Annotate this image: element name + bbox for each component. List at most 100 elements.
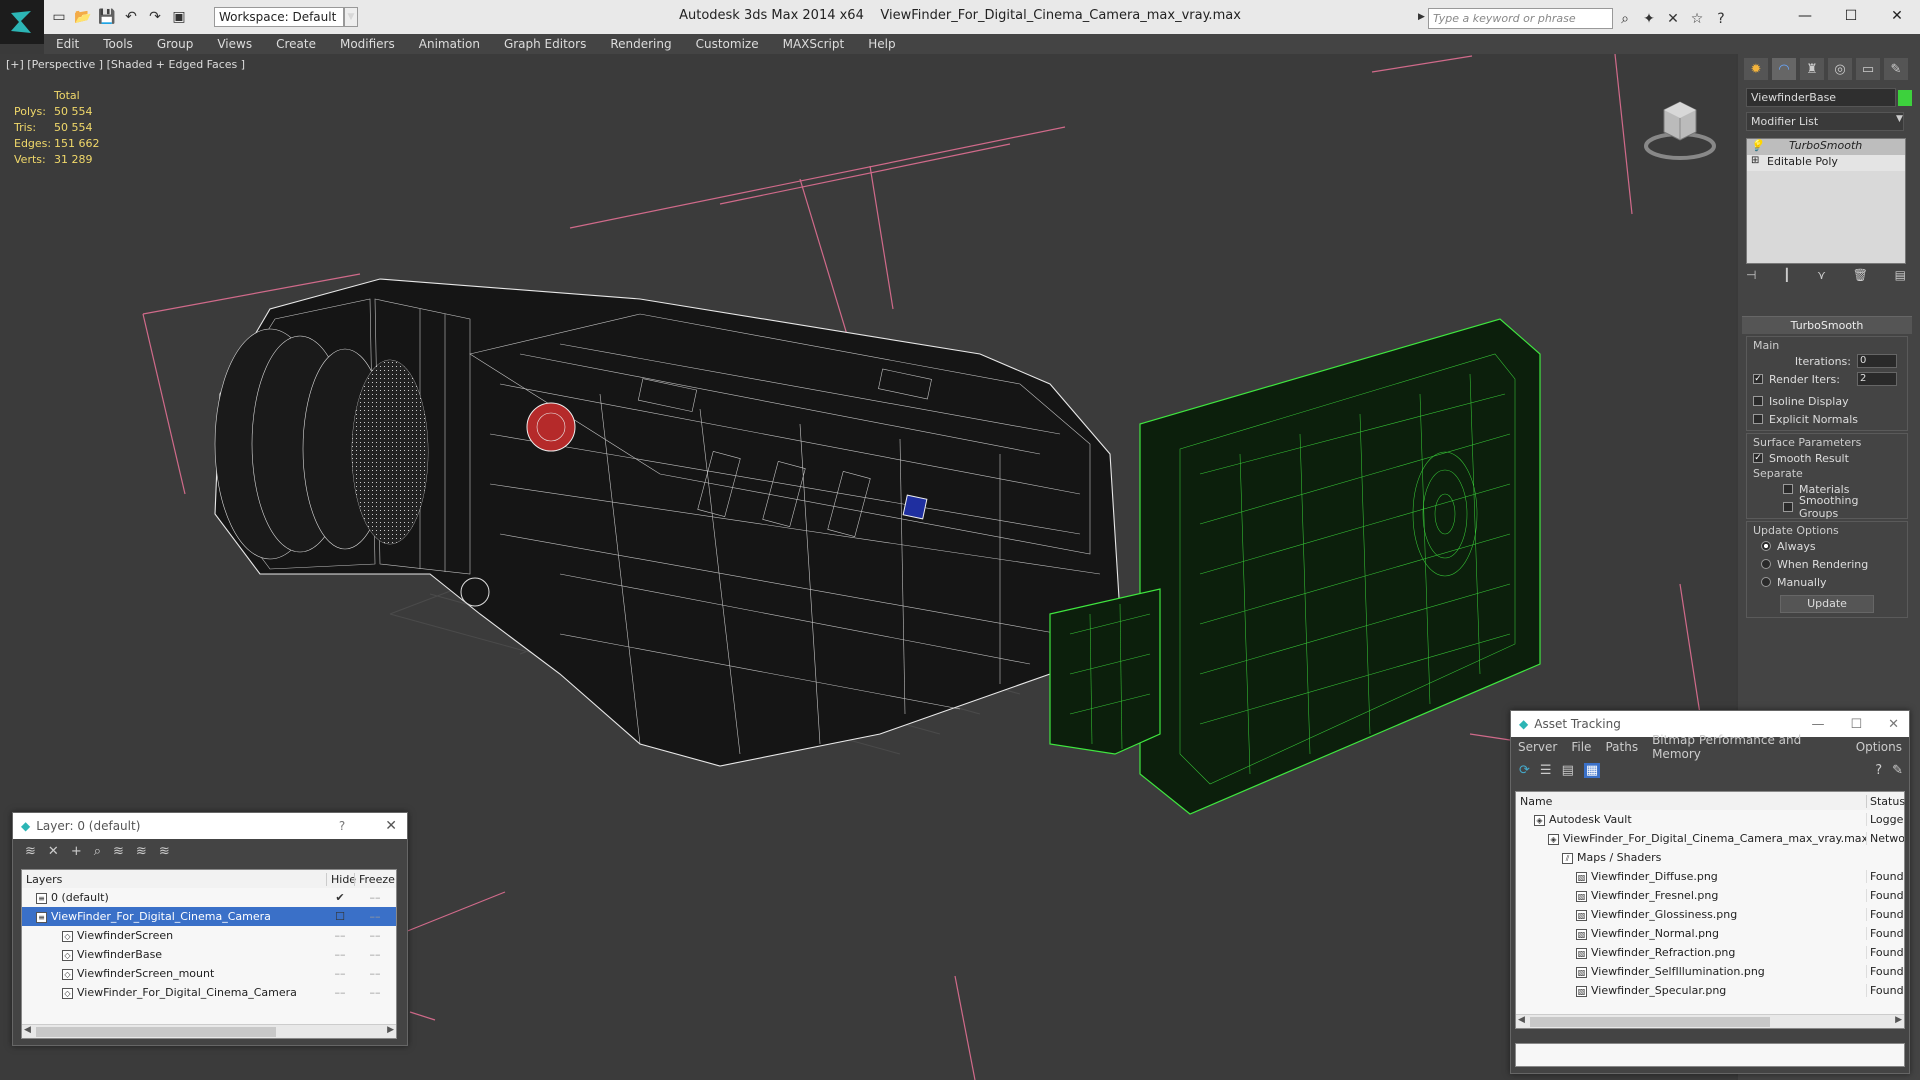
menu-graph-editors[interactable]: Graph Editors [492,37,598,51]
col-hide[interactable]: Hide [326,872,356,886]
menu-modifiers[interactable]: Modifiers [328,37,407,51]
asset-menu-paths[interactable]: Paths [1598,740,1645,754]
asset-hscrollbar[interactable]: ◀ ▶ [1516,1014,1904,1028]
freeze-toggle[interactable]: –– [354,948,396,961]
update-button[interactable]: Update [1780,595,1874,613]
smoothing-groups-checkbox[interactable] [1783,502,1793,512]
render-iters-spinner[interactable]: 2 [1857,372,1897,386]
motion-tab-icon[interactable]: ◎ [1828,58,1852,80]
object-color-swatch[interactable] [1898,90,1912,106]
when-rendering-radio[interactable] [1761,559,1771,569]
asset-row[interactable]: ▧ Viewfinder_Specular.png Found [1516,981,1904,1000]
freeze-toggle[interactable]: –– [354,986,396,999]
binoculars-icon[interactable]: ⌕ [1616,10,1634,28]
layer-window-titlebar[interactable]: ◆ Layer: 0 (default) ? ✕ [13,813,407,839]
asset-row[interactable]: ▧ Viewfinder_Fresnel.png Found [1516,886,1904,905]
col-layers[interactable]: Layers [22,873,326,886]
hide-all-icon[interactable]: ≋ [136,844,147,859]
modify-tab-icon[interactable]: ◠ [1772,58,1796,80]
col-name[interactable]: Name [1516,795,1866,808]
workspace-dropdown[interactable]: Workspace: Default [214,7,344,27]
list-view-icon[interactable]: ☰ [1540,763,1552,778]
delete-layer-icon[interactable]: ✕ [48,844,59,859]
layer-row[interactable]: ≡ ViewFinder_For_Digital_Cinema_Camera ☐ –– [22,907,396,926]
iterations-spinner[interactable]: 0 [1857,354,1897,368]
lightbulb-icon[interactable]: 💡 [1750,139,1764,152]
freeze-toggle[interactable]: –– [354,910,396,923]
render-iters-checkbox[interactable]: ✓ [1753,374,1763,384]
chevron-down-icon[interactable]: ▼ [1896,114,1903,124]
open-file-icon[interactable]: 📂 [74,8,92,26]
create-layer-icon[interactable]: ≋ [25,844,36,859]
detail-view-icon[interactable]: ▤ [1562,763,1574,778]
asset-row[interactable]: ▧ Viewfinder_SelfIllumination.png Found [1516,962,1904,981]
hierarchy-tab-icon[interactable]: ♜ [1800,58,1824,80]
asset-menu-bitmap[interactable]: Bitmap Performance and Memory [1645,733,1849,761]
search-input[interactable]: Type a keyword or phrase [1428,8,1613,29]
remove-modifier-icon[interactable]: 🗑 [1853,268,1868,282]
asset-row[interactable]: ▧ Viewfinder_Normal.png Found [1516,924,1904,943]
viewport-label-menu[interactable]: [+] [Perspective ] [Shaded + Edged Faces… [6,58,245,71]
freeze-all-icon[interactable]: ≋ [159,844,170,859]
menu-group[interactable]: Group [145,37,206,51]
rollout-title[interactable]: TurboSmooth [1742,316,1912,334]
chevron-right-icon[interactable]: ▶ [1418,12,1425,22]
layer-row[interactable]: ◇ ViewfinderScreen –– –– [22,926,396,945]
help-button[interactable]: ? [339,819,345,833]
save-icon[interactable]: 💾 [98,8,116,26]
minimize-button[interactable]: — [1782,0,1828,32]
menu-edit[interactable]: Edit [44,37,91,51]
minimize-button[interactable]: — [1811,717,1824,732]
stack-item-turbosmooth[interactable]: 💡 TurboSmooth [1747,139,1905,155]
hide-toggle[interactable]: –– [326,929,354,942]
manually-radio[interactable] [1761,577,1771,587]
smooth-result-checkbox[interactable]: ✓ [1753,453,1763,463]
asset-row[interactable]: ▧ Viewfinder_Diffuse.png Found [1516,867,1904,886]
materials-checkbox[interactable] [1783,484,1793,494]
close-button[interactable]: ✕ [1874,0,1920,32]
favorites-star-icon[interactable]: ☆ [1688,10,1706,28]
always-radio[interactable] [1761,541,1771,551]
col-freeze[interactable]: Freeze [354,872,396,886]
scroll-right-icon[interactable]: ▶ [1895,1015,1902,1025]
asset-row[interactable]: ▧ Viewfinder_Glossiness.png Found [1516,905,1904,924]
asset-menu-file[interactable]: File [1564,740,1598,754]
freeze-toggle[interactable]: –– [354,967,396,980]
col-status[interactable]: Status [1866,794,1905,808]
layer-row[interactable]: ◇ ViewfinderBase –– –– [22,945,396,964]
menu-create[interactable]: Create [264,37,328,51]
layer-row[interactable]: ◇ ViewFinder_For_Digital_Cinema_Camera –– –… [22,983,396,1002]
explicit-normals-checkbox[interactable] [1753,414,1763,424]
undo-icon[interactable]: ↶ [122,8,140,26]
close-icon[interactable]: ✕ [385,818,397,834]
add-to-layer-icon[interactable]: + [71,844,82,859]
modifier-list-dropdown[interactable]: Modifier List [1746,112,1904,131]
hide-toggle[interactable]: –– [326,967,354,980]
asset-row[interactable]: ◈ Autodesk Vault Logged [1516,810,1904,829]
viewcube-icon[interactable] [1640,88,1720,168]
help-icon[interactable]: ? [1875,763,1882,778]
pin-icon[interactable]: ✎ [1892,763,1903,778]
help-icon[interactable]: ? [1712,10,1730,28]
select-objects-icon[interactable]: ⌕ [94,844,101,859]
isoline-checkbox[interactable] [1753,396,1763,406]
configure-sets-icon[interactable]: ▤ [1895,268,1906,282]
modifier-stack[interactable]: 💡 TurboSmooth ⊞ Editable Poly [1746,138,1906,264]
freeze-toggle[interactable]: –– [354,891,396,904]
communication-icon[interactable]: ✕ [1664,10,1682,28]
chevron-down-icon[interactable]: ▼ [344,7,358,27]
freeze-toggle[interactable]: –– [354,929,396,942]
scroll-left-icon[interactable]: ◀ [1518,1015,1525,1025]
asset-row[interactable]: ▧ Viewfinder_Refraction.png Found [1516,943,1904,962]
asset-menu-server[interactable]: Server [1511,740,1564,754]
menu-tools[interactable]: Tools [91,37,145,51]
expand-plus-icon[interactable]: ⊞ [1751,155,1759,166]
hide-toggle[interactable]: –– [326,986,354,999]
new-file-icon[interactable]: ▭ [50,8,68,26]
scroll-left-icon[interactable]: ◀ [24,1025,31,1035]
hide-toggle[interactable]: ✔ [326,891,354,904]
table-view-icon[interactable]: ▦ [1583,762,1601,778]
refresh-icon[interactable]: ⟳ [1519,763,1530,778]
asset-row[interactable]: ◈ ViewFinder_For_Digital_Cinema_Camera_ma… [1516,829,1904,848]
asset-menu-options[interactable]: Options [1849,740,1909,754]
